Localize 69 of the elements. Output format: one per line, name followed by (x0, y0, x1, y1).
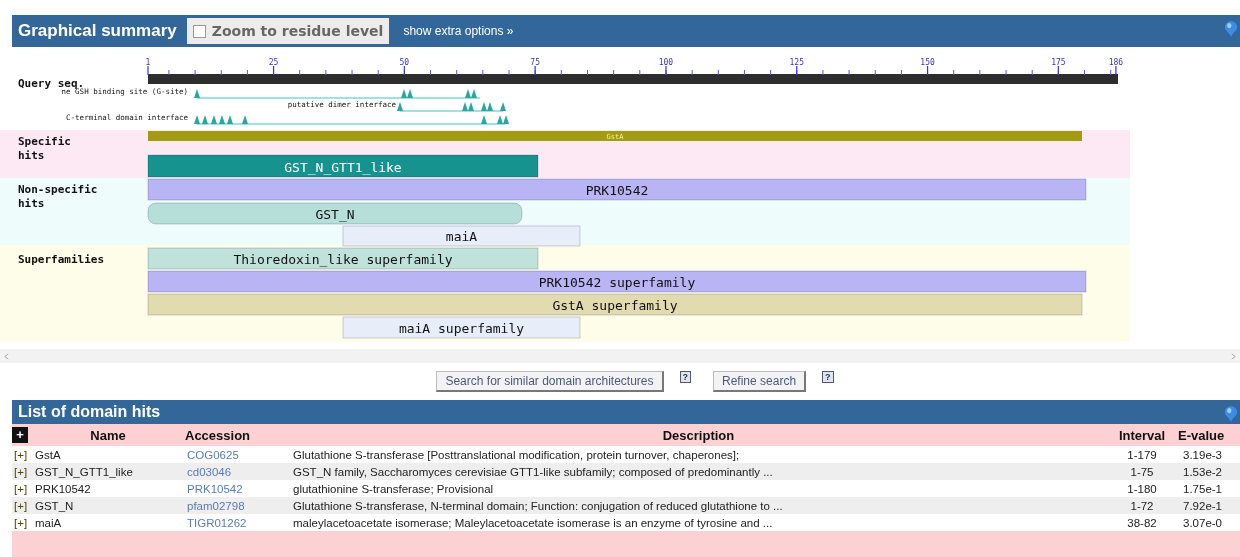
name-cell: GST_N (32, 497, 184, 514)
name-cell: GST_N_GTT1_like (32, 463, 184, 480)
ruler-tick-label: 100 (658, 58, 674, 67)
horizontal-scrollbar[interactable] (0, 349, 1240, 363)
ruler-tick-label: 1 (145, 58, 151, 67)
interval-cell: 1-179 (1107, 446, 1177, 463)
feature-track[interactable] (194, 115, 509, 125)
checkbox[interactable] (192, 24, 206, 38)
domain-hit-bar[interactable]: maiA (342, 225, 581, 247)
ruler-tick-label: 175 (1051, 58, 1066, 67)
domain-hit-bar[interactable]: Thioredoxin_like superfamily (147, 247, 539, 270)
name-cell: maiA (32, 514, 184, 531)
checkbox-label: Zoom to residue level (211, 23, 384, 39)
help-button[interactable]: ? (822, 370, 834, 383)
accession-link[interactable]: COG0625 (184, 446, 290, 463)
ruler-tick-label: 25 (268, 58, 279, 67)
ruler-tick-label: 125 (789, 58, 804, 67)
domain-hit-bar[interactable]: GST_N (147, 202, 523, 225)
evalue-cell: 3.07e-0 (1177, 514, 1240, 531)
evalue-cell: 1.53e-2 (1177, 463, 1240, 480)
domain-hit-bar[interactable]: GstA superfamily (147, 293, 1083, 316)
interval-cell: 38-82 (1107, 514, 1177, 531)
description-cell: maleylacetoacetate isomerase; Maleylacetoacetate isomerase is an enzyme of tyrosine and ... (290, 514, 1107, 531)
help-icon[interactable] (1224, 20, 1238, 38)
interval-cell: 1-75 (1107, 463, 1177, 480)
section-title: List of domain hits (18, 403, 161, 421)
evalue-cell: 7.92e-1 (1177, 497, 1240, 514)
help-button[interactable]: ? (679, 370, 691, 383)
description-cell: Glutathione S-transferase [Posttranslational modification, protein turnover, chaperones]; (290, 446, 1107, 463)
accession-link[interactable]: TIGR01262 (184, 514, 290, 531)
column-header: Description (290, 424, 1107, 446)
interval-cell: 1-180 (1107, 480, 1177, 497)
name-cell: PRK10542 (32, 480, 184, 497)
domain-hit-bar[interactable]: maiA superfamily (342, 316, 581, 339)
domain-hit-bar[interactable]: GST_N_GTT1_like (147, 154, 539, 178)
column-header: Interval (1107, 424, 1177, 446)
expand-all-button[interactable]: + (12, 427, 28, 443)
ruler-tick-label: 186 (1108, 58, 1124, 67)
group-label: Superfamilies (18, 253, 105, 266)
ruler-tick-label: 75 (530, 58, 540, 67)
domain-hit-bar[interactable]: PRK10542 superfamily (147, 270, 1087, 293)
help-icon[interactable] (1224, 405, 1238, 423)
action-button[interactable]: Search for similar domain architectures (436, 370, 664, 392)
accession-link[interactable]: PRK10542 (184, 480, 290, 497)
scroll-right-icon[interactable] (1231, 352, 1236, 360)
column-header: Accession (184, 424, 290, 446)
ruler-tick-label: 50 (399, 58, 410, 67)
scroll-left-icon[interactable] (4, 352, 9, 360)
description-cell: glutathionine S-transferase; Provisional (290, 480, 1107, 497)
domain-hit-bar[interactable]: PRK10542 (147, 178, 1087, 201)
zoom-checkbox[interactable]: Zoom to residue level (186, 18, 390, 44)
ruler-tick-label: 150 (920, 58, 935, 67)
evalue-cell: 1.75e-1 (1177, 480, 1240, 497)
group-label: Non-specific hits (18, 183, 98, 210)
name-cell: GstA (32, 446, 184, 463)
column-header: E-value (1177, 424, 1240, 446)
evalue-cell: 3.19e-3 (1177, 446, 1240, 463)
feature-track[interactable] (194, 89, 481, 99)
extra-options-link[interactable]: show extra options » (403, 24, 514, 38)
description-cell: Glutathione S-transferase, N-terminal domain; Function: conjugation of reduced glutathione to ... (290, 497, 1107, 514)
column-header: Name (32, 424, 184, 446)
section-title: Graphical summary (18, 21, 177, 41)
description-cell: GST_N family, Saccharomyces cerevisiae GTT1-like subfamily; composed of predominantly ... (290, 463, 1107, 480)
accession-link[interactable]: pfam02798 (184, 497, 290, 514)
interval-cell: 1-72 (1107, 497, 1177, 514)
group-label: Specific hits (18, 135, 71, 162)
accession-link[interactable]: cd03046 (184, 463, 290, 480)
feature-track[interactable] (397, 102, 506, 112)
action-button[interactable]: Refine search (713, 370, 807, 392)
